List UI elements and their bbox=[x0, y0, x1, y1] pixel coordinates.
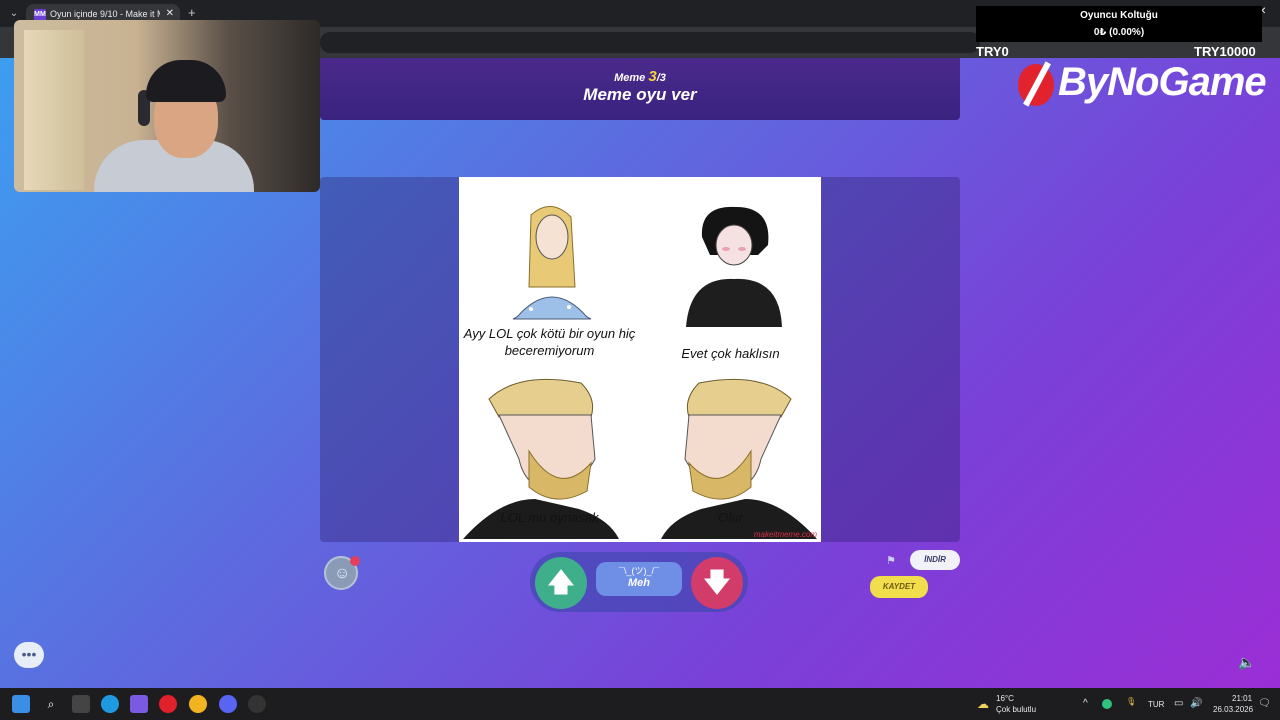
meme-cell-bottom-right: Olur makeitmeme.com bbox=[640, 359, 821, 541]
chat-bubble-icon[interactable]: ••• bbox=[14, 642, 44, 668]
meme-counter-prefix: Meme bbox=[614, 72, 646, 84]
weather-temp: 16°C bbox=[996, 694, 1014, 703]
webcam-curtain bbox=[24, 30, 84, 190]
game-header: Meme 3/3 Meme oyu ver bbox=[320, 58, 960, 120]
speaker-icon[interactable]: 🔈 bbox=[1238, 654, 1255, 671]
dark-haired-woman-drawing bbox=[686, 206, 782, 327]
emoji-reaction-button[interactable]: ☺ bbox=[324, 556, 360, 590]
chevron-up-icon[interactable]: ^ bbox=[1083, 698, 1088, 709]
microphone-icon[interactable]: 🎙 bbox=[1126, 697, 1136, 706]
notification-icon[interactable]: 🗨 bbox=[1258, 698, 1271, 709]
donation-goal-max: TRY10000 bbox=[1194, 44, 1256, 59]
save-button[interactable]: KAYDET bbox=[870, 576, 928, 598]
vote-bar: 🡅 ¯\_(ツ)_/¯ Meh 🡇 bbox=[530, 552, 748, 612]
meh-label: Meh bbox=[628, 577, 650, 589]
meme-counter-total: /3 bbox=[656, 72, 666, 84]
meme-caption-bottom-right: Olur bbox=[718, 510, 743, 525]
webcam-overlay bbox=[14, 20, 320, 192]
clock-time[interactable]: 21:01 bbox=[1232, 694, 1252, 703]
windows-start-icon[interactable] bbox=[12, 695, 30, 713]
bynogame-wordmark: ByNoGame bbox=[1058, 60, 1267, 104]
meme-watermark: makeitmeme.com bbox=[753, 530, 817, 539]
page-title: Meme oyu ver bbox=[583, 85, 697, 104]
obs-icon[interactable] bbox=[248, 695, 266, 713]
address-field[interactable] bbox=[320, 32, 980, 53]
meme-cell-bottom-left: LOL mu oynasak bbox=[459, 359, 640, 541]
donation-goal: Oyuncu Koltuğu 0₺ (0.00%) bbox=[976, 6, 1262, 42]
meme-cell-top-right: Evet çok haklısın bbox=[640, 177, 821, 361]
search-icon[interactable]: ⌕ bbox=[42, 695, 60, 713]
meme-caption-bottom-left: LOL mu oynasak bbox=[500, 510, 599, 525]
download-button[interactable]: İNDİR bbox=[910, 550, 960, 570]
report-flag-icon[interactable]: ⚑ bbox=[886, 554, 896, 567]
edge-icon[interactable] bbox=[101, 695, 119, 713]
network-icon[interactable]: ▭ bbox=[1174, 698, 1183, 709]
chrome-icon[interactable] bbox=[189, 695, 207, 713]
clock-date[interactable]: 26.03.2026 bbox=[1213, 705, 1253, 714]
meme-counter-current: 3 bbox=[648, 68, 657, 85]
new-tab-button[interactable]: + bbox=[188, 5, 196, 20]
donation-goal-title: Oyuncu Koltuğu bbox=[1080, 10, 1158, 21]
cloud-sun-icon: ☁ bbox=[977, 697, 989, 711]
downvote-button[interactable]: 🡇 bbox=[691, 557, 743, 609]
tab-close-icon[interactable]: ✕ bbox=[166, 8, 174, 19]
meme-caption-top-left: Ayy LOL çok kötü bir oyun hiç beceremiyo… bbox=[463, 326, 636, 358]
smiley-icon: ☺ bbox=[334, 565, 351, 582]
heart-badge-icon bbox=[350, 556, 360, 566]
discord-icon[interactable] bbox=[219, 695, 237, 713]
webcam-bandana bbox=[146, 60, 226, 102]
bynogame-logo: ByNoGame bbox=[1018, 58, 1267, 110]
copilot-icon[interactable] bbox=[130, 695, 148, 713]
weather-desc: Çok bulutlu bbox=[996, 705, 1037, 714]
meme-cell-top-left: Ayy LOL çok kötü bir oyun hiç beceremiyo… bbox=[459, 177, 640, 359]
meme-image: Ayy LOL çok kötü bir oyun hiç beceremiyo… bbox=[459, 177, 821, 542]
opera-icon[interactable] bbox=[159, 695, 177, 713]
upvote-button[interactable]: 🡅 bbox=[535, 557, 587, 609]
tab-title: Oyun içinde 9/10 - Make it Me bbox=[50, 9, 160, 19]
meme-panel: Ayy LOL çok kötü bir oyun hiç beceremiyo… bbox=[320, 177, 960, 542]
task-view-icon[interactable] bbox=[72, 695, 90, 713]
status-dot-icon[interactable] bbox=[1102, 699, 1112, 709]
meme-counter: Meme 3/3 bbox=[320, 68, 960, 85]
language-indicator[interactable]: TUR bbox=[1148, 700, 1164, 709]
shrug-icon: ¯\_(ツ)_/¯ bbox=[619, 566, 659, 576]
meh-button[interactable]: ¯\_(ツ)_/¯ Meh bbox=[596, 562, 682, 596]
donation-goal-min: TRY0 bbox=[976, 44, 1009, 59]
volume-icon[interactable]: 🔊 bbox=[1190, 698, 1202, 709]
donation-goal-value: 0₺ (0.00%) bbox=[1093, 27, 1145, 38]
windows-taskbar: ⌕ ☁ 16°C Çok bulutlu ^ 🎙 TUR ▭ 🔊 21:01 2… bbox=[0, 688, 1280, 720]
